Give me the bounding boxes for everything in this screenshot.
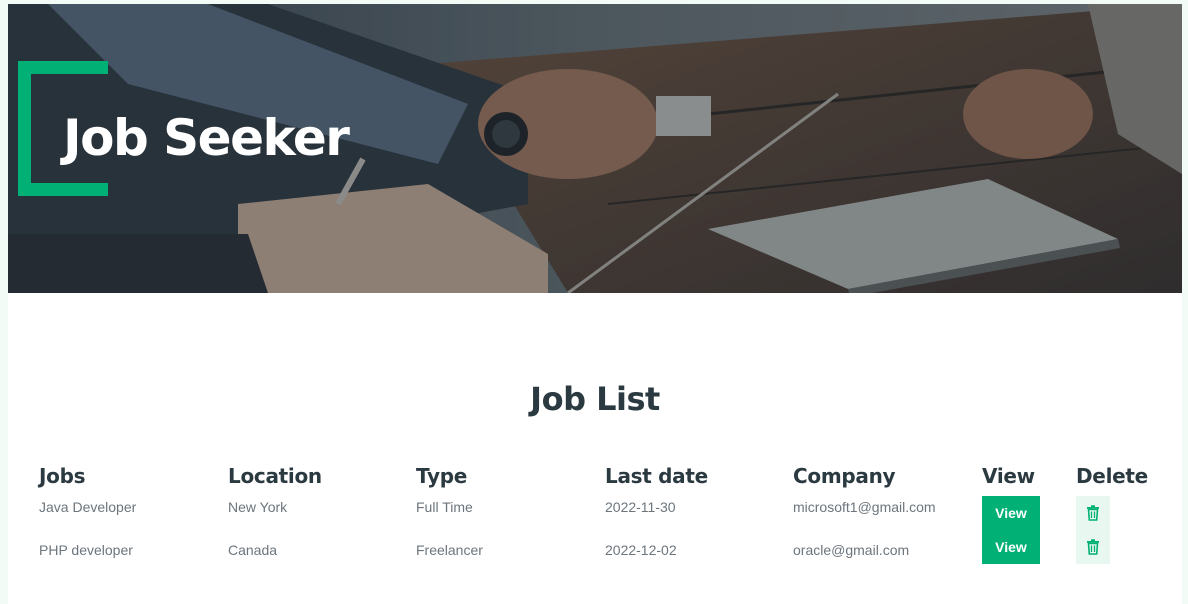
cell-location: New York bbox=[228, 499, 288, 515]
hero-banner: Job Seeker bbox=[8, 4, 1182, 293]
column-header-type: Type bbox=[416, 464, 467, 488]
column-header-delete: Delete bbox=[1076, 464, 1148, 488]
delete-button[interactable] bbox=[1076, 496, 1110, 530]
cell-type: Freelancer bbox=[416, 542, 483, 558]
cell-last-date: 2022-11-30 bbox=[605, 499, 676, 515]
page: Job Seeker Job List Jobs Location Type L… bbox=[0, 0, 1188, 604]
cell-type: Full Time bbox=[416, 499, 473, 515]
cell-company: microsoft1@gmail.com bbox=[793, 499, 936, 515]
hero-title: Job Seeker bbox=[63, 109, 350, 167]
main-card: Job Seeker Job List Jobs Location Type L… bbox=[8, 4, 1182, 604]
column-header-location: Location bbox=[228, 464, 322, 488]
cell-location: Canada bbox=[228, 542, 278, 558]
column-header-jobs: Jobs bbox=[39, 464, 86, 488]
delete-button[interactable] bbox=[1076, 530, 1110, 564]
job-list-title: Job List bbox=[530, 380, 660, 418]
cell-job: Java Developer bbox=[39, 499, 137, 515]
trash-icon bbox=[1087, 505, 1099, 521]
column-header-view: View bbox=[982, 464, 1035, 488]
view-button[interactable]: View bbox=[982, 530, 1040, 564]
cell-company: oracle@gmail.com bbox=[793, 542, 910, 558]
cell-job: PHP developer bbox=[39, 542, 133, 558]
column-header-company: Company bbox=[793, 464, 896, 488]
trash-icon bbox=[1087, 539, 1099, 555]
column-header-last-date: Last date bbox=[605, 464, 708, 488]
cell-last-date: 2022-12-02 bbox=[605, 542, 677, 558]
view-button[interactable]: View bbox=[982, 496, 1040, 530]
